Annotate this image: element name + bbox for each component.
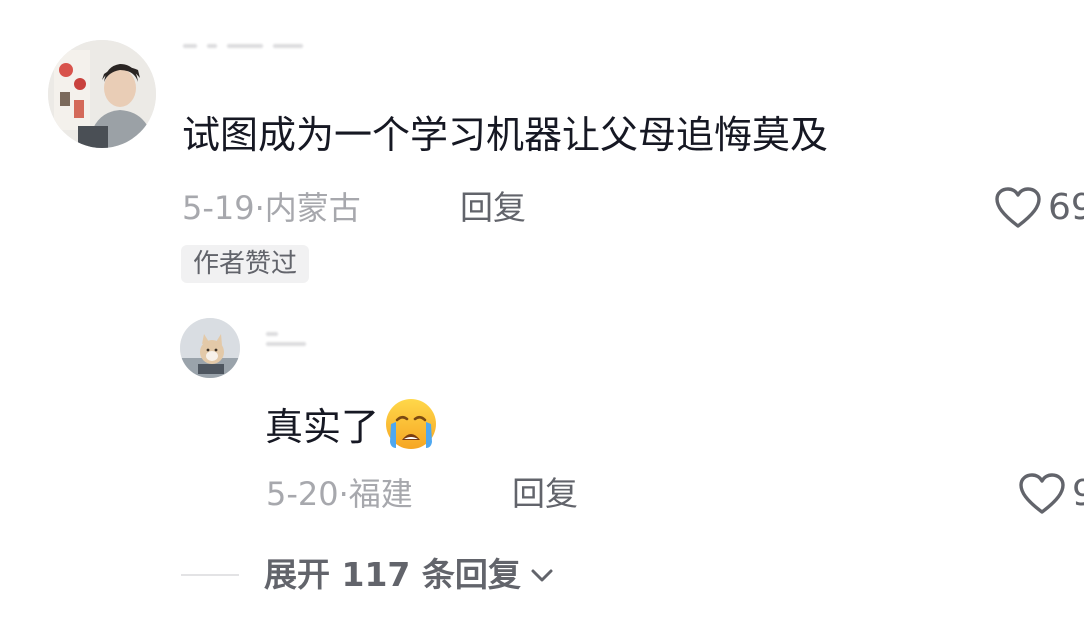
heart-outline-icon: [995, 187, 1041, 228]
reply-avatar[interactable]: [180, 318, 240, 378]
comment-date: 5-19: [182, 189, 255, 227]
crying-face-emoji: [386, 399, 437, 449]
comment-location: 内蒙古: [264, 189, 361, 227]
reply-reply-button[interactable]: 回复: [512, 474, 578, 514]
expand-replies-button[interactable]: 展开 117 条回复: [264, 555, 555, 595]
reply-like-count: 9: [1072, 473, 1084, 514]
reply-text-content: 真实了: [265, 405, 380, 449]
like-button[interactable]: 69: [994, 186, 1084, 230]
reply-location: 福建: [348, 475, 413, 513]
meta-separator: ·: [254, 189, 265, 227]
expand-replies-label: 展开 117 条回复: [264, 555, 521, 594]
avatar-photo: [180, 318, 240, 378]
avatar[interactable]: [48, 40, 156, 148]
reply-like-button[interactable]: 9: [1018, 472, 1084, 516]
meta-separator: ·: [338, 475, 349, 513]
like-count: 69: [1048, 187, 1084, 228]
username-obscured[interactable]: [183, 44, 303, 48]
author-liked-badge: 作者赞过: [181, 245, 310, 283]
comment-text: 试图成为一个学习机器让父母追悔莫及: [182, 113, 829, 157]
avatar-photo: [48, 40, 156, 148]
reply-button[interactable]: 回复: [460, 188, 526, 228]
heart-outline-icon: [1019, 473, 1065, 514]
reply-meta: 5-20·福建: [266, 474, 413, 514]
chevron-down-icon: [531, 569, 553, 582]
expand-divider: [181, 574, 239, 576]
reply-text: 真实了: [265, 398, 437, 450]
reply-username-obscured[interactable]: [266, 332, 306, 346]
comment-meta: 5-19·内蒙古: [182, 188, 361, 228]
reply-date: 5-20: [266, 475, 339, 513]
